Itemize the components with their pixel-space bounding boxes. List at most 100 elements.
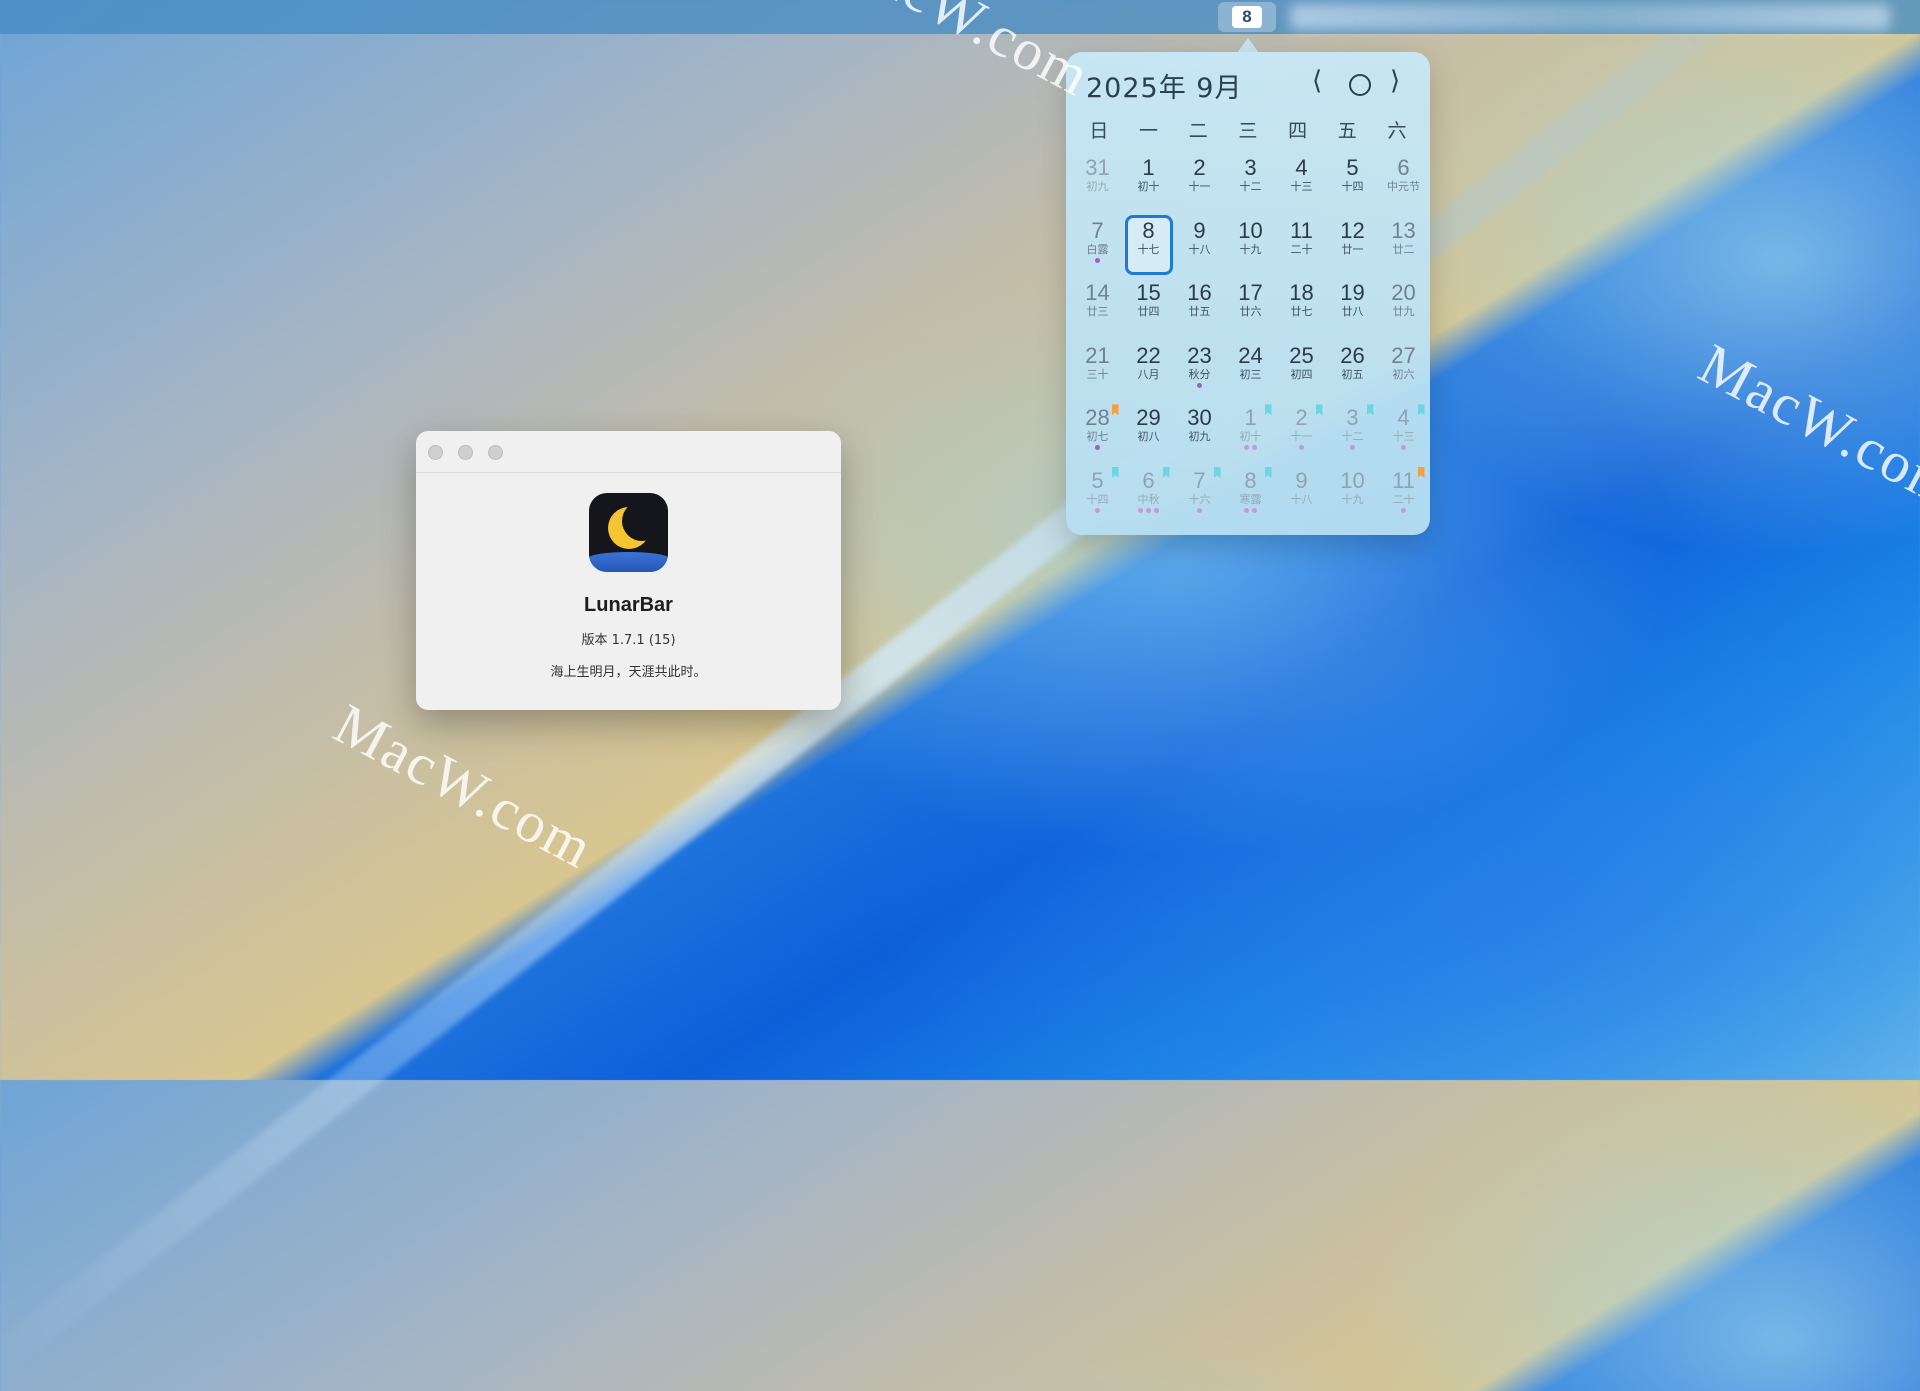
calendar-day[interactable]: 6 中秋 bbox=[1125, 465, 1173, 525]
calendar-day[interactable]: 2 十一 bbox=[1176, 152, 1224, 212]
minimize-button[interactable] bbox=[458, 445, 473, 460]
day-number: 16 bbox=[1187, 280, 1212, 306]
calendar-day[interactable]: 3 十二 bbox=[1227, 152, 1275, 212]
calendar-day[interactable]: 31 初九 bbox=[1074, 152, 1122, 212]
calendar-day[interactable]: 16 廿五 bbox=[1176, 277, 1224, 337]
lunar-date: 三十 bbox=[1086, 367, 1109, 381]
event-dots bbox=[1380, 258, 1428, 264]
calendar-day[interactable]: 10 十九 bbox=[1329, 465, 1377, 525]
event-dot bbox=[1401, 508, 1406, 513]
calendar-day[interactable]: 5 十四 bbox=[1329, 152, 1377, 212]
event-dots bbox=[1074, 445, 1122, 451]
calendar-day[interactable]: 4 十三 bbox=[1278, 152, 1326, 212]
event-dots bbox=[1128, 258, 1170, 264]
day-number: 26 bbox=[1340, 342, 1365, 368]
popover-arrow bbox=[1237, 38, 1259, 53]
event-dots bbox=[1176, 258, 1224, 264]
lunar-date: 十八 bbox=[1188, 242, 1211, 256]
event-dots bbox=[1176, 445, 1224, 451]
day-number: 29 bbox=[1136, 405, 1161, 431]
event-dots bbox=[1227, 445, 1275, 451]
calendar-day[interactable]: 10 十九 bbox=[1227, 215, 1275, 275]
lunar-date: 十三 bbox=[1392, 430, 1415, 444]
calendar-day[interactable]: 11 二十 bbox=[1278, 215, 1326, 275]
lunar-date: 十一 bbox=[1188, 180, 1211, 193]
today-circle-icon[interactable] bbox=[1349, 74, 1371, 96]
app-version: 版本 1.7.1 (15) bbox=[581, 633, 676, 648]
event-dot bbox=[1197, 382, 1202, 388]
event-dot bbox=[1154, 508, 1159, 513]
calendar-day[interactable]: 14 廿三 bbox=[1074, 277, 1122, 337]
calendar-day[interactable]: 30 初九 bbox=[1176, 402, 1224, 462]
lunar-date: 十七 bbox=[1137, 242, 1160, 256]
event-dots bbox=[1125, 508, 1173, 514]
lunar-date: 廿六 bbox=[1239, 305, 1262, 319]
calendar-day[interactable]: 1 初十 bbox=[1125, 152, 1173, 212]
calendar-day[interactable]: 2 十一 bbox=[1278, 402, 1326, 462]
event-dots bbox=[1074, 195, 1122, 201]
calendar-day[interactable]: 6 中元节 bbox=[1380, 152, 1428, 212]
calendar-day[interactable]: 5 十四 bbox=[1074, 465, 1122, 525]
event-dots bbox=[1329, 258, 1377, 264]
calendar-day[interactable]: 3 十二 bbox=[1329, 402, 1377, 462]
calendar-day[interactable]: 11 二十 bbox=[1380, 465, 1428, 525]
calendar-day[interactable]: 12 廿一 bbox=[1329, 215, 1377, 275]
calendar-day[interactable]: 23 秋分 bbox=[1176, 340, 1224, 400]
lunar-date: 十六 bbox=[1188, 493, 1211, 506]
close-button[interactable] bbox=[428, 445, 443, 460]
lunar-date: 十二 bbox=[1239, 180, 1262, 193]
event-dot bbox=[1197, 508, 1202, 513]
calendar-day[interactable]: 7 白露 bbox=[1074, 215, 1122, 275]
menubar-status-items-blurred bbox=[1290, 4, 1890, 30]
calendar-day[interactable]: 8 寒露 bbox=[1227, 465, 1275, 525]
lunar-date: 廿八 bbox=[1341, 305, 1364, 319]
calendar-day[interactable]: 7 十六 bbox=[1176, 465, 1224, 525]
calendar-day[interactable]: 4 十三 bbox=[1380, 402, 1428, 462]
lunar-date: 初四 bbox=[1290, 367, 1313, 381]
lunar-date: 廿二 bbox=[1392, 242, 1415, 256]
calendar-day[interactable]: 21 三十 bbox=[1074, 340, 1122, 400]
day-number: 25 bbox=[1289, 342, 1314, 368]
event-dots bbox=[1329, 320, 1377, 326]
event-dots bbox=[1278, 383, 1326, 389]
calendar-day[interactable]: 20 廿九 bbox=[1380, 277, 1428, 337]
event-dot bbox=[1252, 445, 1257, 451]
day-number: 30 bbox=[1187, 405, 1212, 431]
calendar-day[interactable]: 29 初八 bbox=[1125, 402, 1173, 462]
day-number: 4 bbox=[1295, 155, 1308, 180]
event-dots bbox=[1176, 320, 1224, 326]
about-window: LunarBar 版本 1.7.1 (15) 海上生明月，天涯共此时。 bbox=[416, 431, 841, 710]
calendar-day[interactable]: 9 十八 bbox=[1176, 215, 1224, 275]
app-name: LunarBar bbox=[584, 594, 673, 616]
lunarbar-app-icon bbox=[589, 493, 668, 572]
event-dot bbox=[1299, 445, 1304, 451]
lunar-date: 十三 bbox=[1290, 180, 1313, 193]
calendar-day[interactable]: 22 八月 bbox=[1125, 340, 1173, 400]
calendar-day[interactable]: 24 初三 bbox=[1227, 340, 1275, 400]
next-month-button[interactable]: ⟩ bbox=[1390, 66, 1400, 96]
calendar-day[interactable]: 9 十八 bbox=[1278, 465, 1326, 525]
day-number: 31 bbox=[1085, 155, 1110, 180]
calendar-day-today[interactable]: 8 十七 bbox=[1124, 214, 1173, 275]
calendar-day[interactable]: 17 廿六 bbox=[1227, 277, 1275, 337]
calendar-day[interactable]: 27 初六 bbox=[1380, 340, 1428, 400]
calendar-day[interactable]: 18 廿七 bbox=[1278, 277, 1326, 337]
calendar-day[interactable]: 13 廿二 bbox=[1380, 215, 1428, 275]
calendar-day[interactable]: 25 初四 bbox=[1278, 340, 1326, 400]
event-dots bbox=[1176, 508, 1224, 514]
weekday-header: 日一二三四五六 bbox=[1074, 116, 1422, 143]
zoom-button[interactable] bbox=[488, 445, 503, 460]
event-dots bbox=[1125, 445, 1173, 451]
calendar-day[interactable]: 28 初七 bbox=[1074, 402, 1122, 462]
day-number: 3 bbox=[1244, 155, 1257, 180]
calendar-day[interactable]: 15 廿四 bbox=[1125, 277, 1173, 337]
event-dot bbox=[1138, 508, 1143, 513]
calendar-day[interactable]: 26 初五 bbox=[1329, 340, 1377, 400]
event-dots bbox=[1380, 508, 1428, 514]
moon-shadow bbox=[622, 501, 662, 541]
calendar-day[interactable]: 1 初十 bbox=[1227, 402, 1275, 462]
event-dots bbox=[1329, 383, 1377, 389]
calendar-day[interactable]: 19 廿八 bbox=[1329, 277, 1377, 337]
lunarbar-menubar-item[interactable]: 8 bbox=[1218, 2, 1276, 32]
prev-month-button[interactable]: ⟨ bbox=[1312, 66, 1322, 96]
